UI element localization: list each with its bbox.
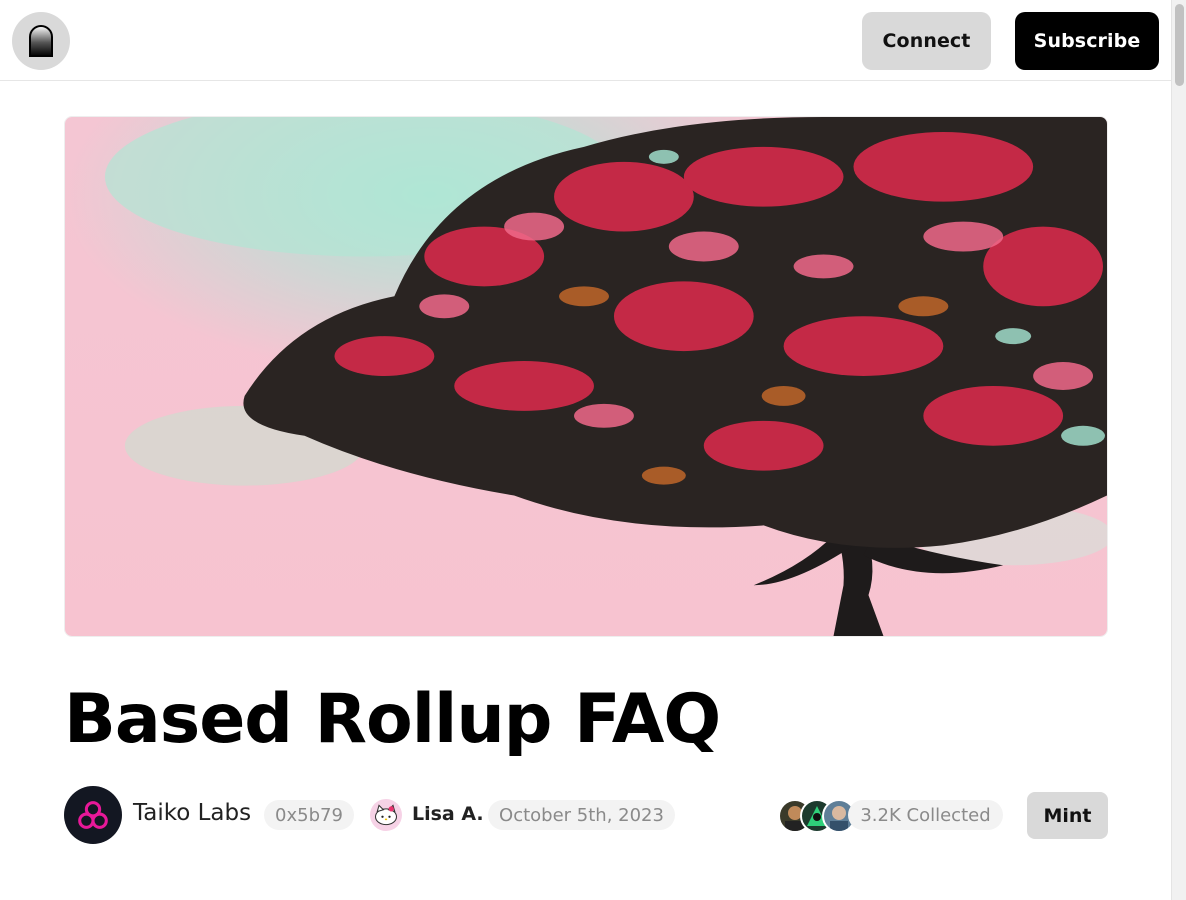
- taiko-triquetra-icon: [78, 801, 108, 829]
- publication-address[interactable]: 0x5b79: [264, 800, 354, 830]
- subscribe-button[interactable]: Subscribe: [1015, 12, 1159, 70]
- collected-count[interactable]: 3.2K Collected: [848, 800, 1003, 830]
- vertical-scrollbar[interactable]: [1171, 0, 1186, 900]
- connect-button[interactable]: Connect: [862, 12, 991, 70]
- logo-arch-icon: [29, 25, 53, 57]
- author-avatar[interactable]: [370, 799, 402, 831]
- collector-avatars[interactable]: [778, 799, 858, 833]
- cover-image: [64, 116, 1108, 637]
- taiko-logo-icon[interactable]: [64, 786, 122, 844]
- hello-kitty-avatar-icon: [374, 804, 398, 826]
- tree-painting-image: [65, 117, 1107, 636]
- article-title: Based Rollup FAQ: [64, 680, 721, 759]
- publication-name[interactable]: Taiko Labs: [133, 800, 251, 826]
- publish-date: October 5th, 2023: [488, 800, 675, 830]
- author-name[interactable]: Lisa A.: [412, 803, 484, 825]
- scrollbar-thumb[interactable]: [1175, 4, 1184, 86]
- article-meta: Taiko Labs 0x5b79 Lisa A. October 5th, 2…: [64, 786, 1108, 844]
- mirror-logo-icon[interactable]: [12, 12, 70, 70]
- site-header: Connect Subscribe: [0, 0, 1171, 81]
- mint-button[interactable]: Mint: [1027, 792, 1108, 839]
